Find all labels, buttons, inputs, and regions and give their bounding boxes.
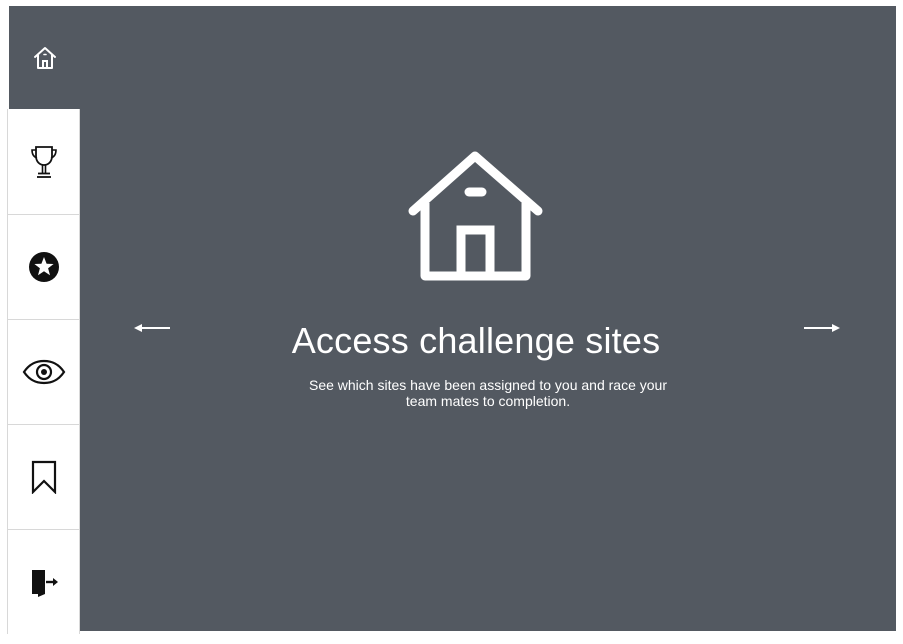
sidebar-item-trophy[interactable] [8, 109, 79, 214]
slide-title: Access challenge sites [291, 320, 661, 361]
onboarding-panel [9, 6, 896, 631]
bookmark-icon [31, 460, 56, 494]
sidebar-item-logout[interactable] [8, 529, 79, 634]
home-nav-button[interactable] [9, 6, 80, 109]
arrow-left-icon[interactable] [132, 320, 172, 336]
trophy-icon [30, 145, 57, 178]
arrow-right-icon[interactable] [802, 320, 842, 336]
eye-icon [22, 359, 65, 385]
sidebar-item-watch[interactable] [8, 319, 79, 424]
sidebar-item-star[interactable] [8, 214, 79, 319]
star-badge-icon [28, 252, 59, 282]
sidebar-item-bookmarks[interactable] [8, 424, 79, 529]
home-icon [33, 46, 56, 69]
house-icon [408, 151, 543, 281]
sidebar [7, 109, 80, 634]
slide-description: See which sites have been assigned to yo… [308, 377, 667, 409]
logout-icon [31, 570, 58, 597]
